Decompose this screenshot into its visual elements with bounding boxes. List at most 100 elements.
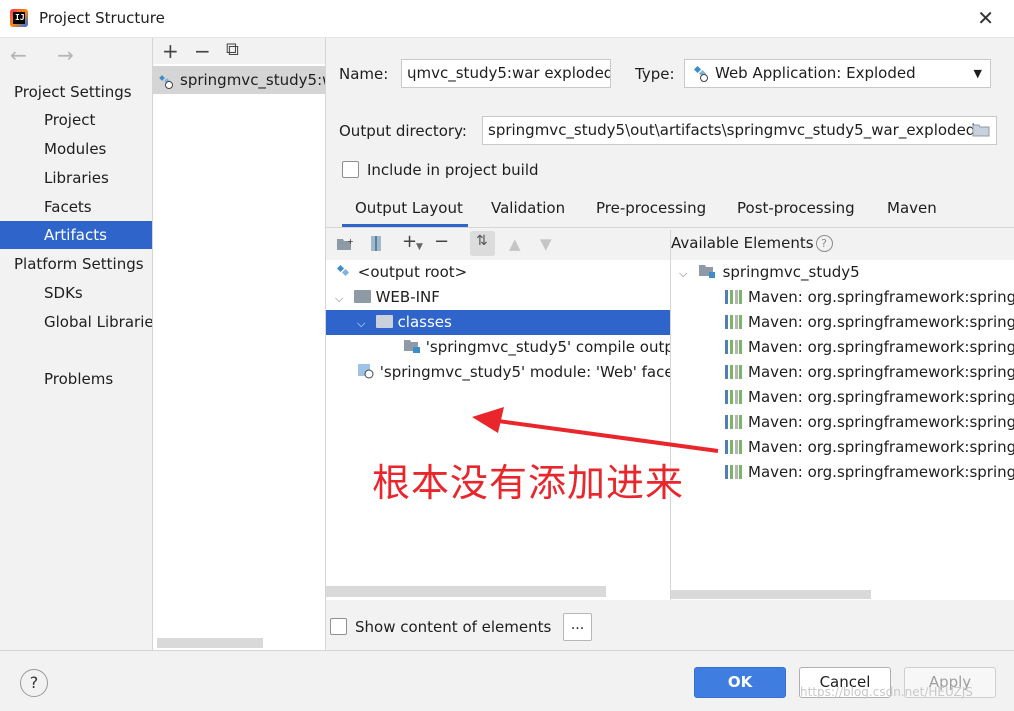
tab-pre-processing[interactable]: Pre-processing bbox=[596, 199, 706, 217]
folder-icon bbox=[375, 315, 393, 328]
tree-row-web-inf[interactable]: ⌵ WEB-INF bbox=[326, 285, 670, 310]
move-up-icon[interactable]: ▲ bbox=[509, 235, 521, 253]
available-elements-scrollbar[interactable] bbox=[671, 590, 871, 599]
back-forward-arrows-icon[interactable]: ← → bbox=[10, 43, 86, 67]
chevron-down-icon: ▼ bbox=[416, 242, 423, 252]
library-icon bbox=[725, 390, 742, 404]
add-artifact-icon[interactable]: + bbox=[162, 39, 179, 63]
show-content-options-button[interactable]: ... bbox=[563, 613, 592, 641]
library-icon bbox=[725, 290, 742, 304]
include-in-build-label: Include in project build bbox=[367, 161, 539, 179]
list-item-maven-library[interactable]: Maven: org.springframework:spring-jcl bbox=[671, 410, 1014, 435]
output-directory-field[interactable]: springmvc_study5\out\artifacts\springmvc… bbox=[482, 116, 997, 145]
help-button[interactable]: ? bbox=[20, 669, 48, 697]
library-label: Maven: org.springframework:spring-beans bbox=[748, 313, 1014, 331]
tab-output-layout[interactable]: Output Layout bbox=[355, 199, 463, 217]
web-facet-icon bbox=[358, 364, 374, 379]
list-item-maven-library[interactable]: Maven: org.springframework:spring-aop bbox=[671, 285, 1014, 310]
artifact-list-toolbar: + − ⧉ bbox=[153, 38, 325, 64]
output-layout-toolbar: + + ▼ − ⇅ ▲ ▼ bbox=[326, 230, 670, 258]
library-icon bbox=[725, 315, 742, 329]
project-settings-heading: Project Settings bbox=[14, 83, 132, 101]
tree-row-compile-output[interactable]: 'springmvc_study5' compile output bbox=[326, 335, 670, 360]
tree-row-classes[interactable]: ⌵ classes bbox=[326, 310, 670, 335]
library-label: Maven: org.springframework:spring-aop bbox=[748, 288, 1014, 306]
list-item-maven-library[interactable]: Maven: org.springframework:spring-expres… bbox=[671, 385, 1014, 410]
remove-element-icon[interactable]: − bbox=[434, 231, 449, 252]
close-icon[interactable]: ✕ bbox=[977, 6, 994, 30]
window-title: Project Structure bbox=[39, 9, 165, 27]
list-item-maven-library[interactable]: Maven: org.springframework:spring-contex… bbox=[671, 335, 1014, 360]
tree-row-web-facet[interactable]: 'springmvc_study5' module: 'Web' facet r… bbox=[326, 360, 670, 385]
platform-settings-heading: Platform Settings bbox=[14, 255, 144, 273]
artifact-list-item[interactable]: springmvc_study5:war exploded bbox=[153, 66, 325, 94]
remove-artifact-icon[interactable]: − bbox=[194, 39, 211, 63]
module-output-icon bbox=[404, 340, 420, 353]
name-field[interactable]: ɥmvc_study5:war exploded bbox=[401, 59, 611, 88]
tab-maven[interactable]: Maven bbox=[887, 199, 937, 217]
sidebar-item-artifacts[interactable]: Artifacts bbox=[0, 221, 152, 249]
web-artifact-icon bbox=[159, 75, 173, 89]
ok-button[interactable]: OK bbox=[694, 667, 786, 698]
show-content-label: Show content of elements bbox=[355, 618, 552, 636]
annotation-text: 根本没有添加进来 bbox=[372, 461, 685, 505]
type-select[interactable]: Web Application: Exploded ▼ bbox=[684, 59, 991, 88]
sidebar-item-libraries[interactable]: Libraries bbox=[0, 164, 152, 192]
create-archive-icon[interactable] bbox=[369, 235, 383, 252]
list-item-maven-library[interactable]: Maven: org.springframework:spring-core bbox=[671, 360, 1014, 385]
sidebar-item-problems[interactable]: Problems bbox=[0, 365, 152, 393]
tree-row-module[interactable]: ⌵ springmvc_study5 bbox=[671, 260, 1014, 285]
library-icon bbox=[725, 340, 742, 354]
sidebar-item-project[interactable]: Project bbox=[0, 106, 152, 134]
tree-row-label: 'springmvc_study5' module: 'Web' facet r… bbox=[379, 363, 670, 381]
library-icon bbox=[725, 415, 742, 429]
artifact-list-panel: + − ⧉ springmvc_study5:war exploded bbox=[153, 38, 326, 650]
sidebar-item-facets[interactable]: Facets bbox=[0, 193, 152, 221]
tree-row-output-root[interactable]: <output root> bbox=[326, 260, 670, 285]
tab-post-processing[interactable]: Post-processing bbox=[737, 199, 855, 217]
sidebar-item-global-libraries[interactable]: Global Libraries bbox=[0, 308, 152, 336]
tree-row-label: <output root> bbox=[357, 263, 468, 281]
include-in-build-checkbox[interactable] bbox=[342, 161, 359, 178]
help-icon[interactable]: ? bbox=[815, 235, 833, 252]
artifact-list-scrollbar[interactable] bbox=[157, 638, 263, 648]
sidebar-item-sdks[interactable]: SDKs bbox=[0, 279, 152, 307]
show-content-checkbox[interactable] bbox=[330, 618, 347, 635]
library-label: Maven: org.springframework:spring-web bbox=[748, 438, 1014, 456]
artifact-name: springmvc_study5:war exploded bbox=[180, 71, 325, 89]
library-label: Maven: org.springframework:spring-webmvc bbox=[748, 463, 1014, 481]
chevron-down-icon: ⌵ bbox=[335, 292, 344, 305]
library-icon bbox=[725, 365, 742, 379]
library-label: Maven: org.springframework:spring-contex… bbox=[748, 338, 1014, 356]
output-directory-value: springmvc_study5\out\artifacts\springmvc… bbox=[488, 121, 976, 139]
available-elements-title: Available Elements bbox=[671, 234, 814, 252]
move-down-icon[interactable]: ▼ bbox=[540, 235, 552, 253]
library-label: Maven: org.springframework:spring-jcl bbox=[748, 413, 1014, 431]
list-item-maven-library[interactable]: Maven: org.springframework:spring-beans bbox=[671, 310, 1014, 335]
sort-elements-icon[interactable]: ⇅ bbox=[470, 231, 495, 256]
intellij-logo-icon: IJ bbox=[10, 9, 28, 27]
tree-row-label: springmvc_study5 bbox=[722, 263, 860, 281]
dialog-footer: ? OK Cancel Apply https://blog.csdn.net/… bbox=[0, 650, 1014, 711]
list-item-maven-library[interactable]: Maven: org.springframework:spring-webmvc bbox=[671, 460, 1014, 485]
add-copy-icon[interactable]: + bbox=[402, 231, 417, 252]
tab-validation[interactable]: Validation bbox=[491, 199, 565, 217]
folder-browse-icon[interactable] bbox=[972, 123, 990, 137]
chevron-down-icon: ▼ bbox=[973, 67, 982, 80]
copy-artifact-icon[interactable]: ⧉ bbox=[226, 39, 239, 60]
list-item-maven-library[interactable]: Maven: org.springframework:spring-web bbox=[671, 435, 1014, 460]
svg-text:+: + bbox=[347, 237, 354, 246]
watermark: https://blog.csdn.net/HEUZJS bbox=[800, 685, 973, 699]
output-layout-scrollbar[interactable] bbox=[326, 586, 606, 597]
available-elements-heading: Available Elements? bbox=[671, 234, 833, 252]
output-root-icon bbox=[336, 264, 350, 277]
output-directory-label: Output directory: bbox=[339, 122, 467, 140]
sidebar-item-modules[interactable]: Modules bbox=[0, 135, 152, 163]
module-folder-icon bbox=[698, 265, 715, 278]
new-directory-icon[interactable]: + bbox=[336, 237, 354, 251]
library-label: Maven: org.springframework:spring-expres… bbox=[748, 388, 1014, 406]
tree-row-label: WEB-INF bbox=[375, 288, 440, 306]
available-elements-tree: ⌵ springmvc_study5 Maven: org.springfram… bbox=[671, 260, 1014, 600]
library-label: Maven: org.springframework:spring-core bbox=[748, 363, 1014, 381]
chevron-down-icon: ⌵ bbox=[357, 317, 366, 330]
